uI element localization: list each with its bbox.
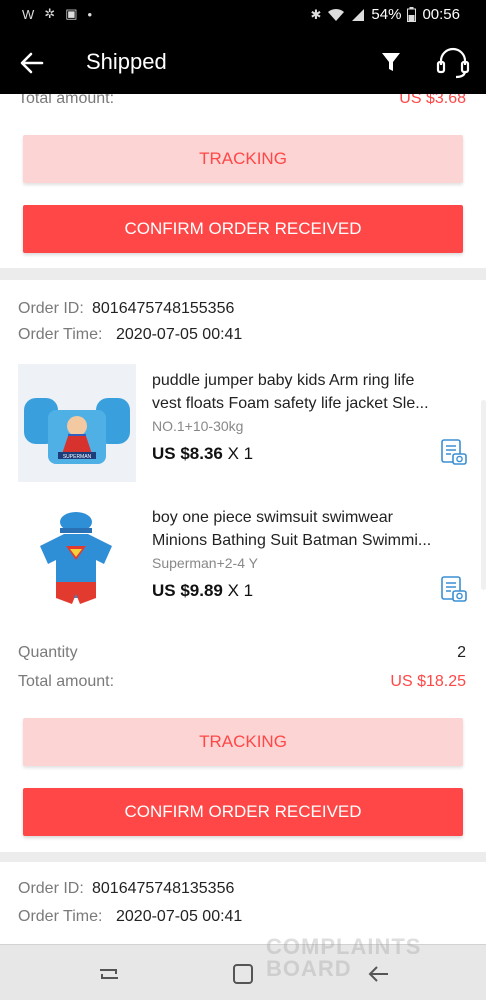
- product-title-line-1: boy one piece swimsuit swimwear: [152, 509, 393, 526]
- order-time-label: Order Time:: [18, 326, 103, 343]
- product-thumbnail-life-vest[interactable]: SUPERMAN: [18, 364, 136, 482]
- product-title-line-2: vest floats Foam safety life jacket Sle.…: [152, 395, 429, 412]
- order-card[interactable]: Order ID: 8016475748155356 Order Time: 2…: [0, 280, 486, 852]
- product-price: US $9.89: [152, 581, 223, 600]
- add-review-icon[interactable]: [440, 438, 468, 466]
- status-bar-notifications: W ✲ ▣ •: [22, 6, 92, 22]
- product-sku: NO.1+10-30kg: [152, 418, 244, 434]
- signal-icon: [352, 8, 365, 21]
- total-amount-label: Total amount:: [18, 94, 115, 107]
- add-review-icon[interactable]: [440, 575, 468, 603]
- tracking-button[interactable]: TRACKING: [23, 718, 463, 766]
- thumb-brand-text: SUPERMAN: [63, 454, 92, 460]
- wifi-icon: [328, 8, 345, 21]
- product-price-row: US $8.36 X 1: [152, 444, 253, 464]
- swimsuit-image: [18, 502, 136, 620]
- bluetooth-icon: ✱: [310, 6, 322, 22]
- watermark-line-2: BOARD: [266, 956, 352, 981]
- battery-icon: [407, 7, 417, 22]
- battery-percent: 54%: [371, 6, 402, 23]
- product-price: US $8.36: [152, 444, 223, 463]
- order-id-value: 8016475748135356: [92, 880, 235, 897]
- app-header: Shipped: [0, 32, 486, 94]
- life-vest-image: SUPERMAN: [18, 364, 136, 482]
- page-title: Shipped: [86, 49, 167, 74]
- product-title[interactable]: boy one piece swimsuit swimwear Minions …: [152, 506, 468, 552]
- order-id-label: Order ID:: [18, 880, 84, 897]
- status-bar: W ✲ ▣ • ✱ 54% 00:56: [0, 0, 486, 32]
- order-time-value: 2020-07-05 00:41: [116, 908, 243, 925]
- order-id-label: Order ID:: [18, 300, 84, 317]
- android-notification-icon: ▣: [65, 6, 78, 21]
- total-amount-value: US $18.25: [390, 673, 466, 690]
- total-amount-value: US $3.68: [399, 94, 466, 107]
- total-amount-label: Total amount:: [18, 673, 115, 690]
- quantity-value: 2: [457, 644, 466, 661]
- order-card-previous: Total amount: US $3.68 TRACKING CONFIRM …: [0, 94, 486, 268]
- order-time-value: 2020-07-05 00:41: [116, 326, 243, 343]
- product-title[interactable]: puddle jumper baby kids Arm ring life ve…: [152, 369, 468, 415]
- app-notification-icon-2: ✲: [44, 6, 56, 21]
- product-thumbnail-swimsuit[interactable]: [18, 502, 136, 620]
- product-sku: Superman+2-4 Y: [152, 555, 258, 571]
- status-bar-system: ✱ 54% 00:56: [311, 6, 460, 23]
- order-list[interactable]: Total amount: US $3.68 TRACKING CONFIRM …: [0, 94, 486, 944]
- product-title-line-2: Minions Bathing Suit Batman Swimmi...: [152, 532, 432, 549]
- product-quantity: X 1: [227, 581, 254, 600]
- customer-service-icon[interactable]: [436, 47, 470, 79]
- watermark: COMPLAINTS BOARD: [226, 934, 456, 981]
- product-price-row: US $9.89 X 1: [152, 581, 253, 601]
- more-notifications-icon: •: [87, 6, 93, 22]
- filter-icon[interactable]: [380, 50, 402, 74]
- order-time-label: Order Time:: [18, 908, 103, 925]
- recent-apps-icon[interactable]: [96, 961, 122, 987]
- app-notification-icon: W: [22, 6, 35, 22]
- clock: 00:56: [422, 6, 460, 23]
- back-arrow-icon[interactable]: [18, 49, 46, 77]
- product-title-line-1: puddle jumper baby kids Arm ring life: [152, 372, 415, 389]
- confirm-order-received-button[interactable]: CONFIRM ORDER RECEIVED: [23, 788, 463, 836]
- quantity-label: Quantity: [18, 644, 78, 661]
- product-quantity: X 1: [227, 444, 254, 463]
- tracking-button[interactable]: TRACKING: [23, 135, 463, 183]
- order-card[interactable]: Order ID: 8016475748135356 Order Time: 2…: [0, 862, 486, 944]
- confirm-order-received-button[interactable]: CONFIRM ORDER RECEIVED: [23, 205, 463, 253]
- scrollbar[interactable]: [481, 400, 486, 590]
- order-id-value: 8016475748155356: [92, 300, 235, 317]
